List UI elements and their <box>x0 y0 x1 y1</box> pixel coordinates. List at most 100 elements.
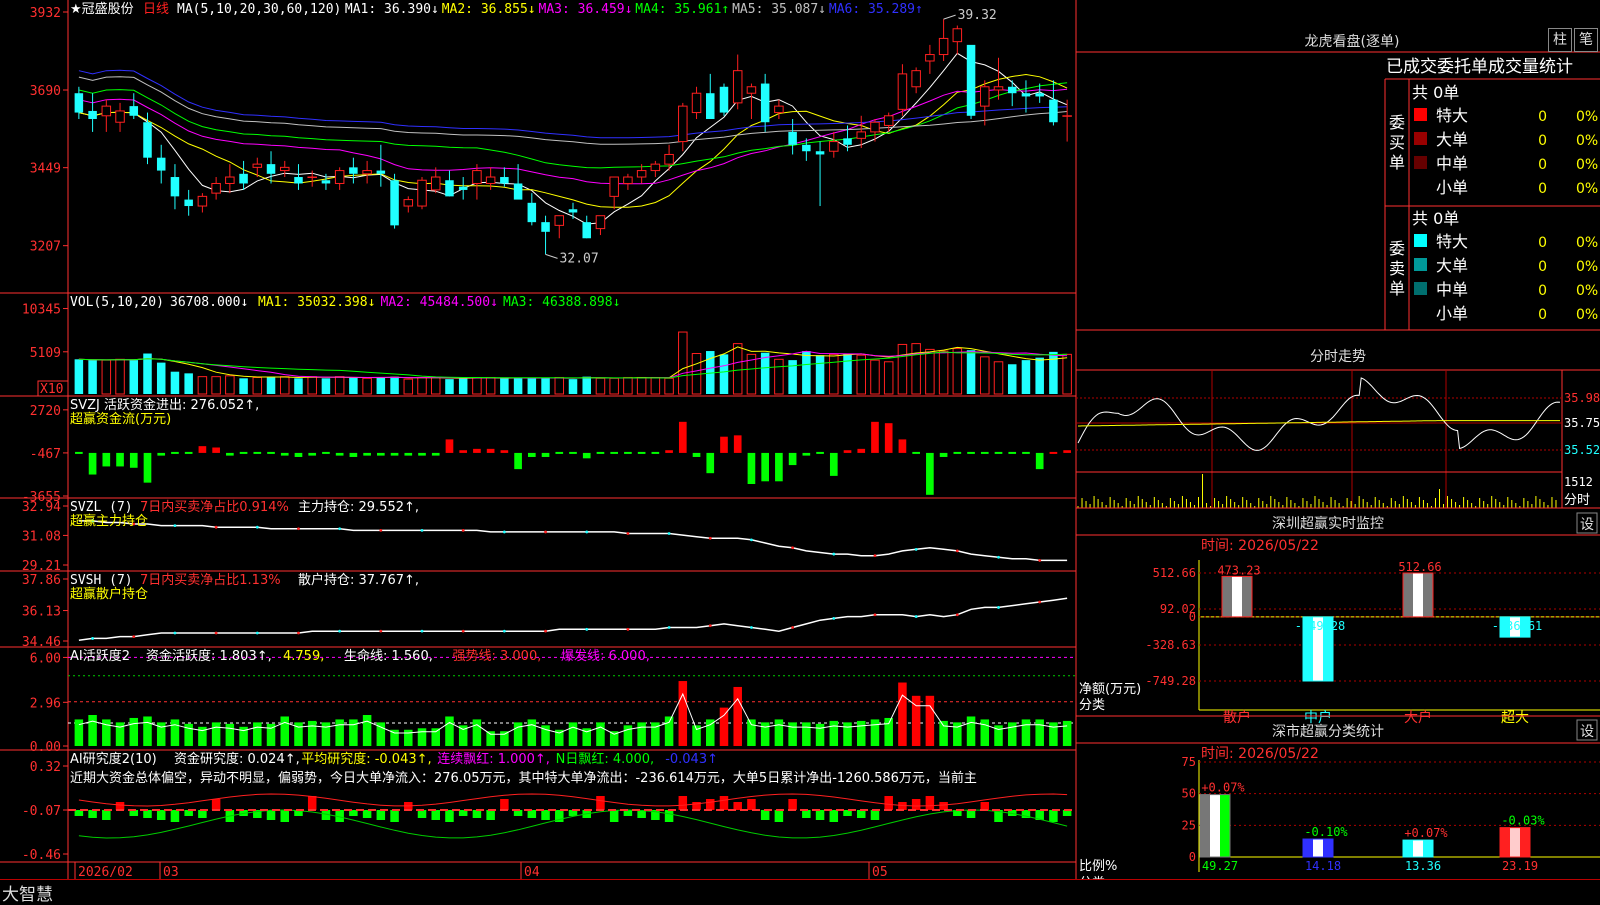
volume-bar-down <box>1049 351 1058 394</box>
sz-x-label: 散户 <box>1223 709 1251 726</box>
ai-act-label: AI活跃度2 <box>70 648 130 664</box>
research-bar <box>280 810 290 822</box>
flow-tick <box>980 451 989 454</box>
flow-bar <box>129 452 138 468</box>
candle-body-up <box>774 105 784 114</box>
activity-bar <box>253 722 262 746</box>
buy-side-char: 单 <box>1389 153 1405 172</box>
volume-bar-down <box>760 352 770 394</box>
volume-bar-up <box>938 350 949 395</box>
sell-row-pct: 0% <box>1576 235 1598 251</box>
research-bar <box>760 810 770 820</box>
sell-legend-swatch <box>1414 234 1427 247</box>
ai-act-y-tick-label: 2.96 <box>30 696 61 711</box>
candle-body-up <box>897 73 908 110</box>
svsh-dot <box>955 613 959 617</box>
cat-bar-value: 49.27 <box>1202 859 1238 873</box>
ma-line-MA4 <box>78 82 1068 169</box>
svzl-dot <box>297 527 300 531</box>
research-bar <box>884 796 893 810</box>
sell-side-char: 单 <box>1389 279 1405 298</box>
tick-mode-button[interactable]: 笔 <box>1574 28 1598 52</box>
volume-bar-down <box>568 379 578 394</box>
volume-bar-up <box>650 376 661 395</box>
vol-current: 36708.000↓ <box>170 295 248 310</box>
research-bar <box>527 810 537 818</box>
svsh-dot <box>791 626 795 629</box>
flow-bar <box>720 436 728 453</box>
flow-bar <box>335 452 344 456</box>
candle-body-up <box>417 179 427 207</box>
volume-bar-up <box>980 356 990 395</box>
buy-side-char: 委 <box>1389 113 1405 132</box>
svzl-dot <box>914 547 918 551</box>
cat-y-axis-title: 比例% <box>1079 859 1117 874</box>
activity-bar <box>925 695 935 746</box>
flow-bar <box>733 435 742 453</box>
cat-bar-part <box>1303 839 1313 857</box>
sz-y-axis-title: 净额(万元) <box>1079 682 1141 697</box>
volume-bar-down <box>156 362 166 394</box>
svsh-dot <box>585 627 589 631</box>
flow-bar <box>88 452 97 475</box>
volume-bar-up <box>595 377 606 395</box>
svsh-dot <box>132 635 136 639</box>
volume-bar-down <box>843 353 852 394</box>
volume-bar-up <box>609 377 619 395</box>
research-bar <box>376 810 386 820</box>
research-bar <box>486 810 495 820</box>
activity-bar <box>856 720 866 746</box>
activity-bar <box>486 731 495 746</box>
research-bar <box>143 810 152 818</box>
volume-bar-down <box>582 376 591 394</box>
chart-canvas[interactable]: 3932 3690 3449 3207 39.32 32.07 ★冠盛股份 日线 MA(5,10… <box>0 0 1600 900</box>
sell-side-char: 委 <box>1389 239 1405 258</box>
cat-bar-delta: +0.07% <box>1404 826 1448 840</box>
buy-row-value: 0 <box>1538 157 1547 173</box>
sz-settings-label: 设 <box>1580 517 1594 533</box>
activity-bar <box>1035 719 1044 746</box>
status-bar <box>0 879 1600 901</box>
volume-bar-up <box>430 376 441 395</box>
buy-row-value: 0 <box>1538 109 1547 125</box>
sell-row-value: 0 <box>1538 283 1547 299</box>
low-marker-line <box>545 253 558 259</box>
research-bar <box>307 796 317 810</box>
buy-row-pct: 0% <box>1576 133 1598 149</box>
cat-bar-delta: -0.03% <box>1501 814 1545 828</box>
flow-bar <box>843 450 852 453</box>
flow-bar <box>377 452 385 456</box>
cat-y-label: 25 <box>1182 818 1196 832</box>
svzl-stat: 7日内买卖净占比0.914% <box>140 499 289 515</box>
volume-bar-up <box>732 343 743 395</box>
flow-tick <box>637 451 646 454</box>
volume-bar-down <box>390 376 399 394</box>
volume-bar-down <box>1007 364 1017 394</box>
sell-row-label: 小单 <box>1436 304 1468 323</box>
bar-mode-button[interactable]: 柱 <box>1548 28 1572 52</box>
candle-body-up <box>732 70 743 104</box>
sell-row-pct: 0% <box>1576 283 1598 299</box>
volume-bar-up <box>403 378 414 395</box>
sell-total: 共 0单 <box>1412 209 1459 228</box>
sz-bar-part <box>1413 573 1423 617</box>
candle-body-down <box>349 167 358 174</box>
activity-bar <box>74 719 84 746</box>
ma-value: MA1: 36.390↓ <box>345 2 439 17</box>
candle-body-down <box>129 106 139 116</box>
svzl-dot <box>379 528 383 532</box>
research-bar <box>856 810 866 818</box>
activity-bar <box>678 681 688 746</box>
lhb-title: 龙虎看盘(逐单) <box>1305 33 1400 50</box>
svsh-dot <box>297 631 300 635</box>
flow-bar <box>939 452 948 457</box>
buy-row-label: 中单 <box>1436 154 1468 173</box>
activity-bar <box>733 686 742 746</box>
volume-bar-up <box>870 359 880 395</box>
candle-body-down <box>321 180 331 184</box>
flow-bar <box>802 452 811 456</box>
svzl-dot <box>461 528 465 532</box>
candle-body-down <box>843 138 852 145</box>
sz-x-label: 大户 <box>1404 709 1432 726</box>
flow-bar <box>678 421 687 453</box>
